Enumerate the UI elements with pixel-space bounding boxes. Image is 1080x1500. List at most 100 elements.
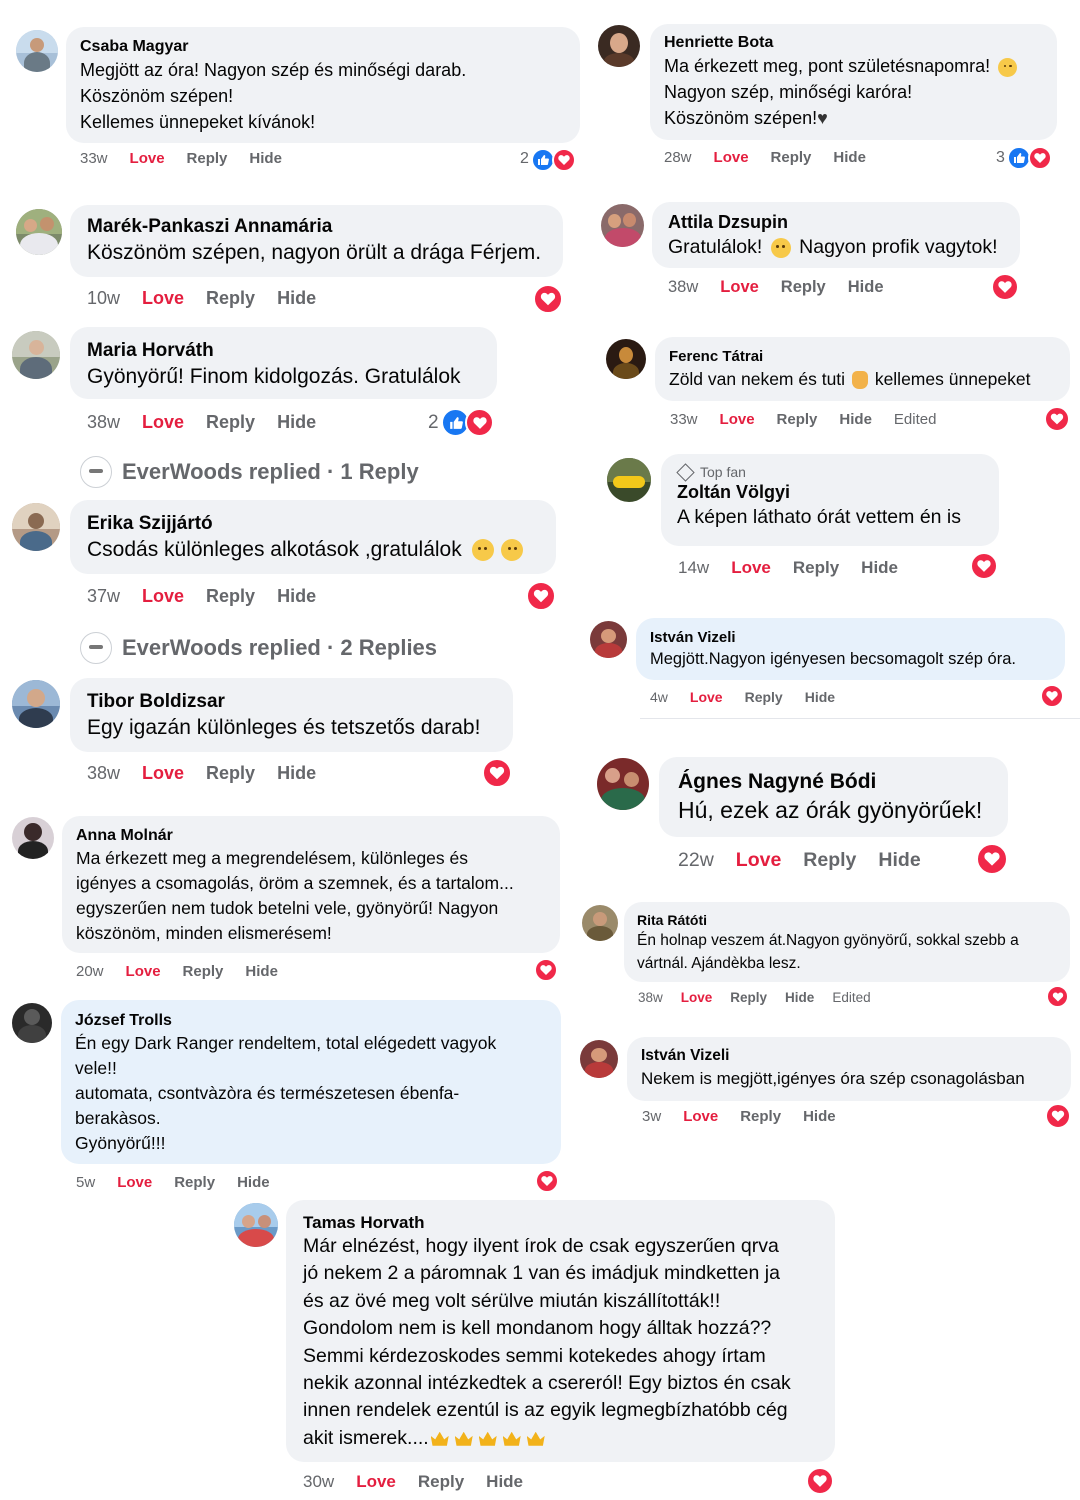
avatar[interactable] bbox=[607, 458, 651, 502]
love-button[interactable]: Love bbox=[142, 288, 184, 309]
avatar[interactable] bbox=[580, 1040, 618, 1078]
author-name[interactable]: Rita Rátóti bbox=[637, 911, 1057, 929]
reply-button[interactable]: Reply bbox=[803, 849, 856, 872]
avatar[interactable] bbox=[12, 331, 60, 379]
author-name[interactable]: Zoltán Völgyi bbox=[677, 480, 983, 504]
author-name[interactable]: Maria Horváth bbox=[87, 339, 480, 363]
heart-reaction-icon[interactable] bbox=[1028, 146, 1052, 170]
hide-button[interactable]: Hide bbox=[848, 278, 884, 297]
love-button[interactable]: Love bbox=[720, 278, 759, 297]
avatar[interactable] bbox=[12, 680, 60, 728]
love-button[interactable]: Love bbox=[130, 150, 165, 167]
love-button[interactable]: Love bbox=[126, 963, 161, 980]
heart-reaction-icon[interactable] bbox=[482, 758, 512, 788]
hide-button[interactable]: Hide bbox=[249, 150, 282, 167]
timestamp[interactable]: 38w bbox=[87, 412, 120, 433]
timestamp[interactable]: 22w bbox=[678, 849, 714, 872]
reply-button[interactable]: Reply bbox=[183, 963, 224, 980]
timestamp[interactable]: 30w bbox=[303, 1472, 334, 1492]
timestamp[interactable]: 38w bbox=[668, 278, 698, 297]
view-replies-link[interactable]: EverWoods replied · 1 Reply bbox=[80, 456, 419, 488]
love-button[interactable]: Love bbox=[142, 763, 184, 784]
timestamp[interactable]: 28w bbox=[664, 149, 692, 166]
reply-button[interactable]: Reply bbox=[777, 411, 818, 428]
reply-button[interactable]: Reply bbox=[740, 1108, 781, 1125]
author-name[interactable]: Tibor Boldizsar bbox=[87, 690, 496, 714]
replies-label[interactable]: EverWoods replied · 1 Reply bbox=[122, 459, 419, 485]
reply-button[interactable]: Reply bbox=[781, 278, 826, 297]
avatar[interactable] bbox=[16, 30, 58, 72]
heart-reaction-icon[interactable] bbox=[806, 1467, 834, 1495]
love-button[interactable]: Love bbox=[142, 412, 184, 433]
avatar[interactable] bbox=[12, 503, 60, 551]
avatar[interactable] bbox=[12, 817, 54, 859]
author-name[interactable]: Anna Molnár bbox=[76, 826, 546, 846]
love-button[interactable]: Love bbox=[683, 1108, 718, 1125]
timestamp[interactable]: 14w bbox=[678, 558, 709, 578]
love-button[interactable]: Love bbox=[356, 1472, 396, 1492]
hide-button[interactable]: Hide bbox=[237, 1174, 270, 1191]
heart-reaction-icon[interactable] bbox=[1040, 684, 1064, 708]
avatar[interactable] bbox=[606, 339, 646, 379]
hide-button[interactable]: Hide bbox=[245, 963, 278, 980]
author-name[interactable]: Ferenc Tátrai bbox=[669, 347, 1056, 366]
heart-reaction-icon[interactable] bbox=[976, 843, 1008, 875]
love-button[interactable]: Love bbox=[690, 689, 723, 705]
heart-reaction-icon[interactable] bbox=[1045, 1103, 1071, 1129]
timestamp[interactable]: 4w bbox=[650, 689, 668, 705]
reply-button[interactable]: Reply bbox=[206, 586, 255, 607]
reply-button[interactable]: Reply bbox=[418, 1472, 464, 1492]
replies-label[interactable]: EverWoods replied · 2 Replies bbox=[122, 635, 437, 661]
timestamp[interactable]: 20w bbox=[76, 963, 104, 980]
avatar[interactable] bbox=[12, 1003, 52, 1043]
timestamp[interactable]: 38w bbox=[638, 990, 663, 1005]
reply-button[interactable]: Reply bbox=[730, 990, 767, 1005]
author-name[interactable]: Tamas Horvath bbox=[303, 1212, 818, 1233]
love-button[interactable]: Love bbox=[681, 990, 713, 1005]
hide-button[interactable]: Hide bbox=[277, 763, 316, 784]
heart-reaction-icon[interactable] bbox=[1046, 985, 1069, 1008]
hide-button[interactable]: Hide bbox=[277, 586, 316, 607]
hide-button[interactable]: Hide bbox=[805, 689, 835, 705]
timestamp[interactable]: 37w bbox=[87, 586, 120, 607]
heart-reaction-icon[interactable] bbox=[970, 552, 998, 580]
hide-button[interactable]: Hide bbox=[785, 990, 814, 1005]
heart-reaction-icon[interactable] bbox=[991, 273, 1019, 301]
timestamp[interactable]: 33w bbox=[80, 150, 108, 167]
author-name[interactable]: Csaba Magyar bbox=[80, 37, 566, 57]
reply-button[interactable]: Reply bbox=[206, 763, 255, 784]
hide-button[interactable]: Hide bbox=[833, 149, 866, 166]
hide-button[interactable]: Hide bbox=[486, 1472, 523, 1492]
reply-button[interactable]: Reply bbox=[745, 689, 783, 705]
timestamp[interactable]: 5w bbox=[76, 1174, 95, 1191]
love-button[interactable]: Love bbox=[736, 849, 782, 872]
timestamp[interactable]: 10w bbox=[87, 288, 120, 309]
reply-button[interactable]: Reply bbox=[206, 412, 255, 433]
heart-reaction-icon[interactable] bbox=[533, 284, 563, 314]
author-name[interactable]: István Vizeli bbox=[650, 628, 1051, 647]
avatar[interactable] bbox=[590, 621, 627, 658]
love-button[interactable]: Love bbox=[117, 1174, 152, 1191]
reaction-count[interactable]: 2 bbox=[520, 150, 529, 168]
view-replies-link[interactable]: EverWoods replied · 2 Replies bbox=[80, 632, 437, 664]
avatar[interactable] bbox=[234, 1203, 278, 1247]
reply-button[interactable]: Reply bbox=[206, 288, 255, 309]
love-button[interactable]: Love bbox=[714, 149, 749, 166]
heart-reaction-icon[interactable] bbox=[535, 1169, 559, 1193]
author-name[interactable]: Attila Dzsupin bbox=[668, 211, 1004, 233]
reply-button[interactable]: Reply bbox=[793, 558, 839, 578]
reaction-count[interactable]: 2 bbox=[428, 412, 439, 434]
author-name[interactable]: Ágnes Nagyné Bódi bbox=[678, 769, 989, 795]
reply-button[interactable]: Reply bbox=[174, 1174, 215, 1191]
author-name[interactable]: Henriette Bota bbox=[664, 33, 1043, 53]
hide-button[interactable]: Hide bbox=[277, 412, 316, 433]
heart-reaction-icon[interactable] bbox=[552, 148, 576, 172]
hide-button[interactable]: Hide bbox=[277, 288, 316, 309]
author-name[interactable]: József Trolls bbox=[75, 1011, 547, 1031]
avatar[interactable] bbox=[597, 758, 649, 810]
heart-reaction-icon[interactable] bbox=[1044, 406, 1070, 432]
heart-reaction-icon[interactable] bbox=[526, 581, 556, 611]
reply-button[interactable]: Reply bbox=[187, 150, 228, 167]
timestamp[interactable]: 33w bbox=[670, 411, 698, 428]
reaction-count[interactable]: 3 bbox=[996, 149, 1005, 167]
